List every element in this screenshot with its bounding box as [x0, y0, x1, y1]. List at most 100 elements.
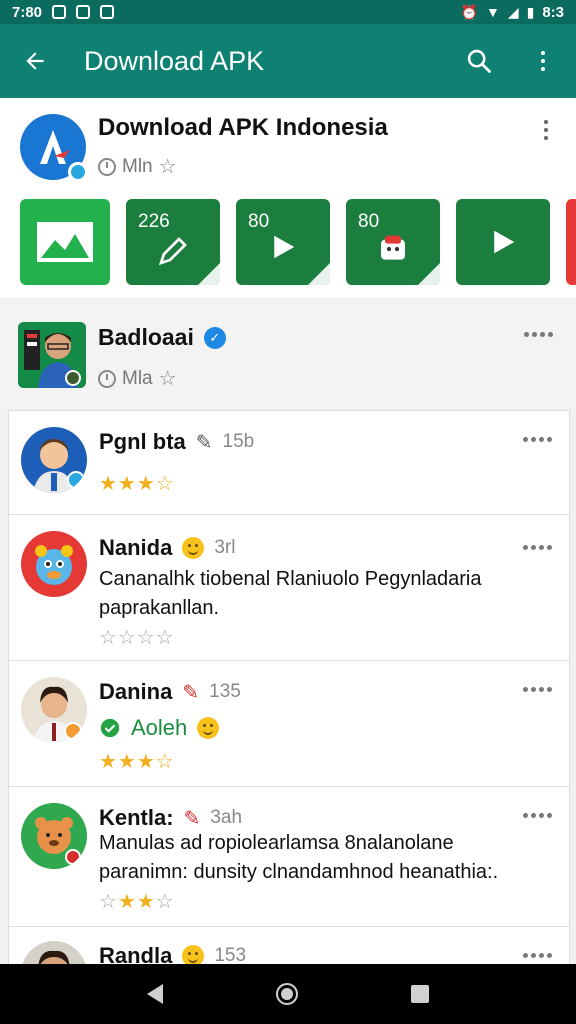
avatar[interactable]: [21, 803, 87, 869]
alarm-icon: ⏰: [460, 4, 478, 20]
channel-name-row: Badloaai ✓: [98, 324, 226, 351]
channel-meta: Mla ☆: [98, 366, 177, 391]
channel-name: Badloaai: [98, 324, 194, 350]
game-character-icon: [381, 235, 405, 260]
avatar[interactable]: [21, 531, 87, 597]
review-author-row: Kentla: ✎ 3ah: [99, 805, 242, 831]
more-options-button[interactable]: [526, 44, 560, 78]
app-meta: Mln ☆: [98, 154, 177, 179]
review-time: 15b: [222, 431, 255, 452]
nav-back-icon[interactable]: [146, 984, 163, 1004]
pencil-icon: ✎: [195, 431, 213, 454]
channel-card: Badloaai ✓ Mla ☆: [0, 300, 576, 408]
thumb-label: 226: [138, 211, 170, 232]
list-item[interactable]: Danina ✎ 135 Aoleh ★★★☆: [9, 661, 569, 787]
review-more-button[interactable]: [523, 813, 552, 818]
review-list: Pgnl bta ✎ 15b ★★★☆ Nanida 3rl Cananalhk…: [8, 410, 570, 1007]
cartoon-avatar-icon: [35, 817, 81, 865]
review-more-button[interactable]: [523, 953, 552, 958]
channel-avatar[interactable]: [18, 322, 86, 388]
avatar[interactable]: [21, 677, 87, 743]
screenshot-thumb[interactable]: 226: [126, 199, 220, 285]
rating-stars: ☆★★☆: [99, 891, 175, 913]
clock-icon: [98, 157, 116, 176]
channel-more-button[interactable]: [524, 332, 553, 337]
clock-icon: [98, 369, 116, 388]
screenshot-carousel: 226 80 80: [20, 199, 576, 285]
screenshot-thumb-peek[interactable]: [566, 199, 576, 285]
more-vertical-icon: [541, 51, 545, 71]
thumb-label: 80: [358, 211, 380, 232]
person-avatar-icon: [33, 686, 82, 743]
screenshot-thumb[interactable]: 80: [346, 199, 440, 285]
review-time: 135: [209, 681, 241, 702]
list-item[interactable]: Pgnl bta ✎ 15b ★★★☆: [9, 411, 569, 515]
review-author: Danina: [99, 679, 173, 704]
review-author: Pgnl bta: [99, 429, 186, 454]
status-clock: 8:3: [542, 3, 564, 21]
app-header-card: Download APK Indonesia Mln ☆ 226 80 80: [0, 98, 576, 298]
review-badge-row: Aoleh: [99, 715, 220, 741]
review-author-row: Pgnl bta ✎ 15b: [99, 429, 254, 455]
star-outline-icon[interactable]: ☆: [159, 154, 177, 179]
review-time: 3rl: [214, 537, 236, 558]
person-avatar-icon: [18, 322, 86, 388]
thumb-label: 80: [248, 211, 270, 232]
app-logo[interactable]: [20, 114, 88, 182]
wifi-icon: ▼: [485, 4, 500, 20]
search-button[interactable]: [462, 44, 496, 78]
review-author: Nanida: [99, 535, 173, 560]
arrow-left-icon: [26, 52, 44, 70]
smile-emoji-icon: [182, 537, 205, 559]
review-author: Kentla:: [99, 805, 174, 830]
image-notification-icon: [76, 5, 91, 19]
screenshot-thumb[interactable]: 80: [236, 199, 330, 285]
app-more-button[interactable]: [544, 120, 548, 140]
marker-icon: ✎: [183, 807, 201, 830]
app-bar: Download APK: [0, 24, 576, 98]
signal-icon: ◢: [507, 4, 519, 20]
review-more-button[interactable]: [523, 437, 552, 442]
review-text: Manulas ad ropiolearlamsa 8nalanolane pa…: [99, 832, 499, 883]
marker-icon: ✎: [182, 681, 200, 704]
review-badge: Aoleh: [131, 715, 188, 740]
play-icon: [274, 235, 295, 259]
review-more-button[interactable]: [523, 687, 552, 692]
verified-badge-icon: [68, 162, 88, 182]
pencil-icon: [158, 237, 187, 266]
back-button[interactable]: [18, 44, 52, 78]
page-title: Download APK: [84, 45, 265, 76]
cartoon-avatar-icon: [35, 545, 73, 585]
smile-emoji-icon: [197, 717, 220, 739]
search-icon: [467, 49, 491, 73]
rating-stars: ★★★☆: [99, 751, 175, 773]
review-time: 3ah: [210, 807, 243, 828]
image-icon: [37, 222, 93, 262]
verified-check-icon: ✓: [203, 326, 226, 349]
screenshot-thumb[interactable]: [456, 199, 550, 285]
app-meta-text: Mln: [122, 155, 153, 177]
status-time: 7:80: [12, 3, 43, 21]
nav-recents-icon[interactable]: [411, 985, 430, 1003]
verified-badge-icon: [67, 471, 85, 489]
status-bar: 7:80 ⏰ ▼ ◢ ▮ 8:3: [0, 0, 576, 24]
whatsapp-icon: [100, 718, 120, 738]
battery-icon: ▮: [526, 4, 535, 20]
app-name: Download APK Indonesia: [98, 114, 388, 141]
list-item[interactable]: Nanida 3rl Cananalhk tiobenal Rlaniuolo …: [9, 515, 569, 661]
screenshot-thumb[interactable]: [20, 199, 110, 285]
review-author-row: Nanida 3rl: [99, 535, 235, 561]
rating-stars: ☆☆☆☆: [99, 627, 175, 649]
nav-home-icon[interactable]: [275, 983, 298, 1005]
channel-meta-text: Mla: [122, 367, 153, 389]
avatar[interactable]: [21, 427, 87, 493]
rating-stars: ★★★☆: [99, 473, 175, 495]
review-more-button[interactable]: [523, 545, 552, 550]
notification-icon: [52, 5, 67, 19]
system-nav-bar: [0, 964, 576, 1024]
list-item[interactable]: Kentla: ✎ 3ah Manulas ad ropiolearlamsa …: [9, 787, 569, 927]
star-outline-icon[interactable]: ☆: [159, 366, 177, 391]
review-text: Cananalhk tiobenal Rlaniuolo Pegynladari…: [99, 568, 482, 619]
review-author-row: Danina ✎ 135: [99, 679, 241, 705]
play-icon: [494, 230, 515, 254]
